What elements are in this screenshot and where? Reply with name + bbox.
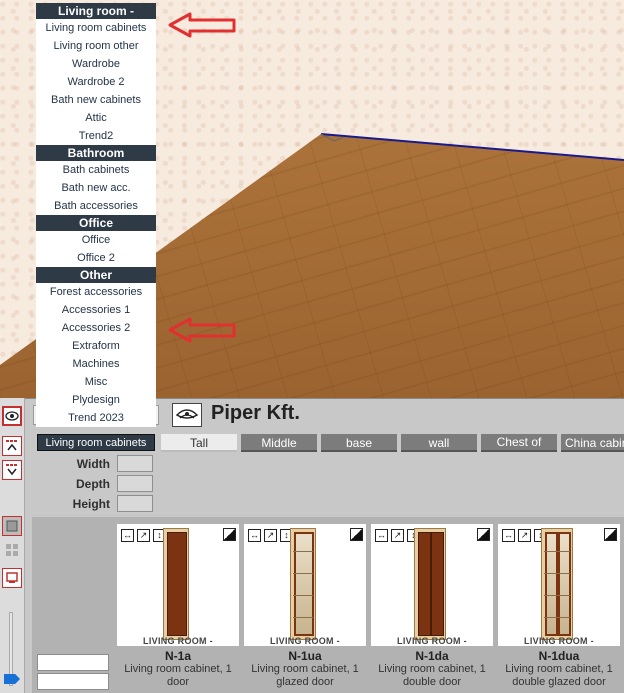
menu-item[interactable]: Living room other [36,37,156,55]
cabinet-door [418,532,431,636]
product-card[interactable]: ↔↗↕ LIVING ROOM - [117,524,239,646]
menu-item[interactable]: Extraform [36,337,156,355]
product-card[interactable]: ↔↗↕LIVING ROOM - [498,524,620,646]
category-menu: Living room - Living room cabinets Living … [36,3,156,427]
height-input[interactable] [117,495,153,512]
cabinet-shelf [293,573,313,574]
product-code: N-1ua [288,649,322,663]
resize-width-icon[interactable]: ↔ [375,529,388,542]
resize-depth-icon[interactable]: ↗ [264,529,277,542]
eye-icon[interactable] [2,406,22,426]
expand-down-icon[interactable] [2,460,22,480]
search-input-1[interactable] [37,654,109,671]
resize-width-icon[interactable]: ↔ [502,529,515,542]
product-category-tag: LIVING ROOM - [397,636,467,646]
menu-item[interactable]: Plydesign [36,391,156,409]
resize-depth-icon[interactable]: ↗ [391,529,404,542]
cabinet-shelf [293,551,313,552]
product-card[interactable]: ↔↗↕LIVING ROOM - [371,524,493,646]
cabinet-shelf [293,595,313,596]
tab-base[interactable]: base [321,434,397,452]
depth-label: Depth [76,477,110,491]
cabinet-image [541,528,573,640]
menu-item[interactable]: Trend2 [36,127,156,145]
cabinet-shelf [544,573,570,574]
cabinet-shelf [544,617,570,618]
menu-item[interactable]: Bath new acc. [36,179,156,197]
menu-item[interactable]: Accessories 2 [36,319,156,337]
single-view-icon[interactable] [2,516,22,536]
tab-chest-of[interactable]: Chest of [481,434,557,452]
cabinet-image [163,528,189,640]
menu-item[interactable]: Office 2 [36,249,156,267]
product-category-tag: LIVING ROOM - [270,636,340,646]
menu-item[interactable]: Living room cabinets [36,19,156,37]
corner-toggle-icon[interactable] [223,528,236,541]
corner-toggle-icon[interactable] [350,528,363,541]
product-code: N-1da [415,649,449,663]
cabinet-shelf [544,595,570,596]
resize-width-icon[interactable]: ↔ [248,529,261,542]
width-input[interactable] [117,455,153,472]
menu-item[interactable]: Accessories 1 [36,301,156,319]
collapse-up-icon[interactable] [2,436,22,456]
width-label: Width [76,457,110,471]
menu-section-header[interactable]: Living room - [36,3,156,19]
tab-wall[interactable]: wall [401,434,477,452]
product-description: Living room cabinet, 1 glazed door [251,663,359,688]
depth-input[interactable] [117,475,153,492]
menu-item[interactable]: Bath accessories [36,197,156,215]
menu-item[interactable]: Wardrobe [36,55,156,73]
resize-width-icon[interactable]: ↔ [121,529,134,542]
cabinet-door [545,532,558,636]
cabinet-shelf [544,551,570,552]
corner-toggle-icon[interactable] [477,528,490,541]
menu-item[interactable]: Office [36,231,156,249]
resize-depth-icon[interactable]: ↗ [137,529,150,542]
menu-item[interactable]: Misc [36,373,156,391]
cabinet-image [290,528,316,640]
cabinet-door [558,532,571,636]
menu-item[interactable]: Bath cabinets [36,161,156,179]
product-code: N-1dua [538,649,580,663]
tab-china-cabinet[interactable]: China cabine [561,434,624,452]
menu-item[interactable]: Wardrobe 2 [36,73,156,91]
product-card[interactable]: ↔↗↕ LIVING ROOM - [244,524,366,646]
search-input-2[interactable] [37,673,109,690]
cabinet-door [294,532,314,636]
height-label: Height [72,497,110,511]
preview-icon[interactable] [2,568,22,588]
tab-tall[interactable]: Tall [161,434,237,452]
product-category-tag: LIVING ROOM - [143,636,213,646]
cabinet-door [431,532,444,636]
grid-view-icon[interactable] [2,540,22,560]
menu-item[interactable]: Trend 2023 [36,409,156,427]
menu-item[interactable]: Forest accessories [36,283,156,301]
red-arrow-icon [168,12,236,38]
corner-toggle-icon[interactable] [604,528,617,541]
card-tools: ↔↗↕ [248,529,293,542]
card-tools: ↔↗↕ [121,529,166,542]
product-description: Living room cabinet, 1 double door [378,663,486,688]
selected-category[interactable]: Living room cabinets [37,434,155,451]
red-arrow-icon [168,317,236,343]
menu-section-header[interactable]: Office [36,215,156,231]
cabinet-shelf [293,617,313,618]
menu-section-header[interactable]: Other [36,267,156,283]
product-category-tag: LIVING ROOM - [524,636,594,646]
resize-depth-icon[interactable]: ↗ [518,529,531,542]
menu-item[interactable]: Machines [36,355,156,373]
product-description: Living room cabinet, 1 double glazed doo… [505,663,613,688]
tab-middle[interactable]: Middle [241,434,317,452]
menu-item[interactable]: Bath new cabinets [36,91,156,109]
cabinet-door [167,532,187,636]
product-description: Living room cabinet, 1 door [124,663,232,688]
menu-section-header[interactable]: Bathroom [36,145,156,161]
brand-name: Piper Kft. [211,402,300,424]
product-code: N-1a [164,649,191,663]
cabinet-image [414,528,446,640]
brand-logo [172,403,202,427]
menu-item[interactable]: Attic [36,109,156,127]
